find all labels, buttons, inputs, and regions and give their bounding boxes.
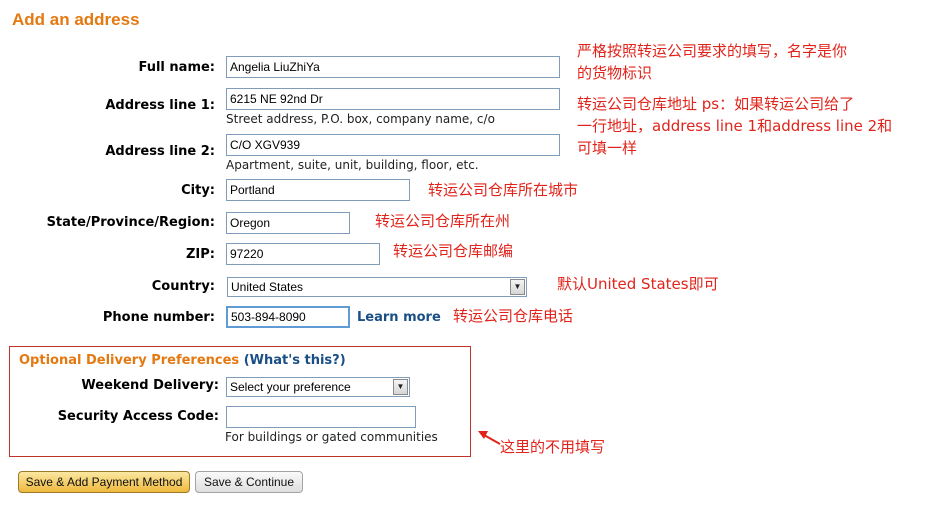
phone-input[interactable]: 503-894-8090 (226, 306, 350, 328)
optional-delivery-title-text: Optional Delivery Preferences (19, 353, 240, 368)
annotation-state: 转运公司仓库所在州 (375, 212, 511, 230)
country-label: Country: (151, 279, 215, 294)
address-line2-input[interactable]: C/O XGV939 (226, 134, 560, 156)
full-name-label: Full name: (138, 60, 215, 75)
security-code-label: Security Access Code: (57, 409, 219, 424)
city-label: City: (181, 183, 215, 198)
annotation-country: 默认United States即可 (557, 275, 719, 293)
annotation-name: 严格按照转运公司要求的填写，名字是你 的货物标识 (577, 40, 847, 84)
save-add-payment-button[interactable]: Save & Add Payment Method (18, 471, 190, 493)
annotation-zip: 转运公司仓库邮编 (393, 242, 514, 260)
red-arrow-icon (478, 431, 501, 445)
address-line1-input[interactable]: 6215 NE 92nd Dr (226, 88, 560, 110)
chevron-down-icon[interactable]: ▼ (393, 379, 408, 395)
page-title: Add an address (12, 10, 140, 29)
paren-close: ) (339, 353, 346, 368)
country-select-value: United States (231, 280, 304, 294)
weekend-delivery-select[interactable]: Select your preference ▼ (226, 377, 410, 397)
address-line1-hint: Street address, P.O. box, company name, … (226, 112, 495, 126)
country-select[interactable]: United States ▼ (227, 277, 527, 297)
annotation-address-line1: 转运公司仓库地址 ps：如果转运公司给了 (577, 95, 855, 113)
security-code-input[interactable] (226, 406, 416, 428)
state-label: State/Province/Region: (46, 215, 215, 230)
city-input[interactable]: Portland (226, 179, 410, 201)
address-line2-hint: Apartment, suite, unit, building, floor,… (226, 158, 479, 172)
annotation-address-line3: 可填一样 (577, 139, 638, 157)
learn-more-link[interactable]: Learn more (357, 310, 441, 325)
chevron-down-icon[interactable]: ▼ (510, 279, 525, 295)
phone-label: Phone number: (102, 310, 215, 325)
annotation-name-line2: 的货物标识 (577, 64, 653, 82)
optional-delivery-title: Optional Delivery Preferences (What's th… (19, 353, 346, 368)
zip-input[interactable]: 97220 (226, 243, 380, 265)
annotation-optional: 这里的不用填写 (500, 438, 606, 456)
weekend-delivery-label: Weekend Delivery: (81, 378, 219, 393)
address-line2-label: Address line 2: (105, 144, 215, 159)
weekend-delivery-value: Select your preference (230, 380, 351, 394)
annotation-address: 转运公司仓库地址 ps：如果转运公司给了 一行地址，address line 1… (577, 93, 892, 159)
zip-label: ZIP: (186, 247, 215, 262)
state-input[interactable]: Oregon (226, 212, 350, 234)
save-continue-button[interactable]: Save & Continue (195, 471, 303, 493)
address-line1-label: Address line 1: (105, 98, 215, 113)
annotation-address-line2: 一行地址，address line 1和address line 2和 (577, 117, 893, 135)
whats-this-link[interactable]: What's this? (250, 353, 340, 368)
full-name-input[interactable]: Angelia LiuZhiYa (226, 56, 560, 78)
annotation-phone: 转运公司仓库电话 (453, 307, 574, 325)
annotation-name-line1: 严格按照转运公司要求的填写，名字是你 (577, 42, 848, 60)
annotation-city: 转运公司仓库所在城市 (428, 181, 579, 199)
security-code-hint: For buildings or gated communities (225, 430, 438, 444)
